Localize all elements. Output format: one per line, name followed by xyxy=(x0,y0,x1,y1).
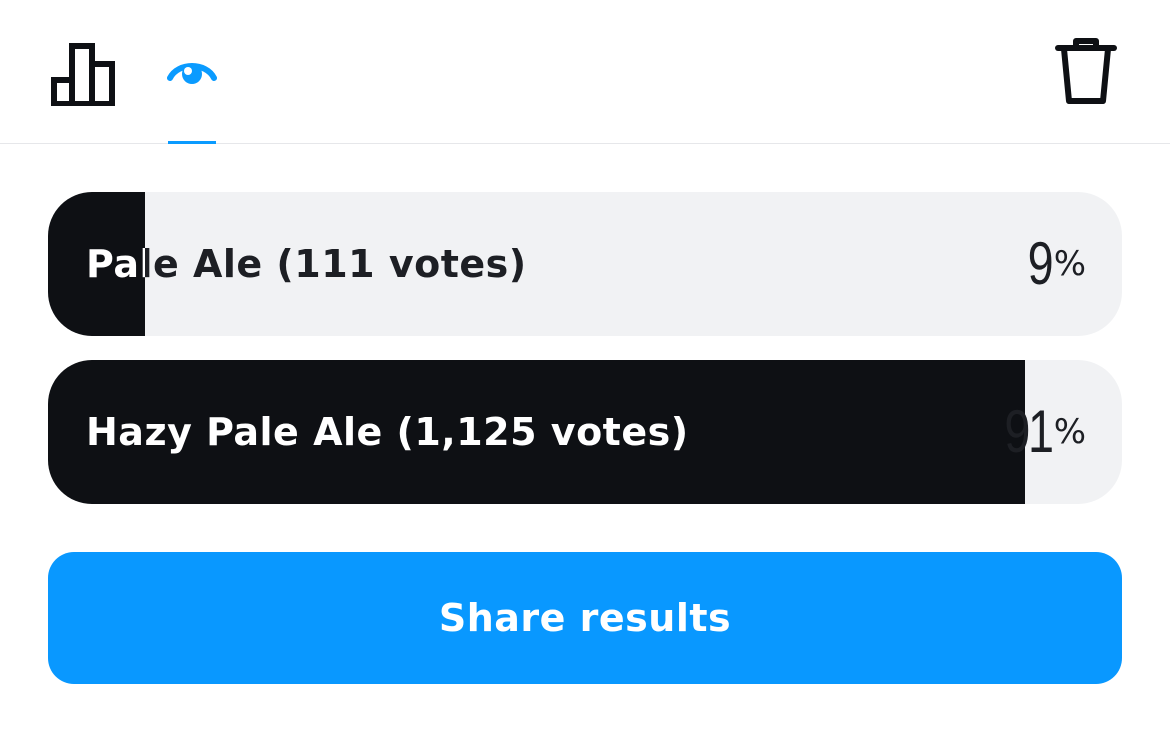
share-results-button[interactable]: Share results xyxy=(48,552,1122,684)
option-percentage: 91 % xyxy=(991,360,1086,504)
option-label-overlay: Pale Ale (111 votes) xyxy=(86,242,145,286)
result-bar-clip: Hazy Pale Ale (1,125 votes) xyxy=(48,360,1025,504)
option-label-overlay: Hazy Pale Ale (1,125 votes) xyxy=(86,410,689,454)
percentage-sign: % xyxy=(1053,412,1086,452)
option-label: Pale Ale (111 votes) xyxy=(86,242,527,286)
top-toolbar xyxy=(0,0,1170,144)
percentage-sign: % xyxy=(1053,244,1086,284)
bar-chart-icon xyxy=(51,43,115,106)
tab-results[interactable] xyxy=(44,32,124,112)
result-bar-clip: Pale Ale (111 votes) xyxy=(48,192,145,336)
trash-icon xyxy=(1055,38,1117,104)
percentage-value: 91 xyxy=(1004,398,1054,465)
poll-option-hazy-pale-ale: Hazy Pale Ale (1,125 votes) Hazy Pale Al… xyxy=(48,360,1122,504)
poll-option-pale-ale: Pale Ale (111 votes) Pale Ale (111 votes… xyxy=(48,192,1122,336)
active-tab-indicator xyxy=(168,141,216,144)
delete-button[interactable] xyxy=(1046,30,1126,114)
percentage-value: 9 xyxy=(1027,230,1054,297)
eye-icon xyxy=(167,63,217,84)
option-percentage: 9 % xyxy=(1021,192,1086,336)
tab-preview[interactable] xyxy=(160,32,224,112)
